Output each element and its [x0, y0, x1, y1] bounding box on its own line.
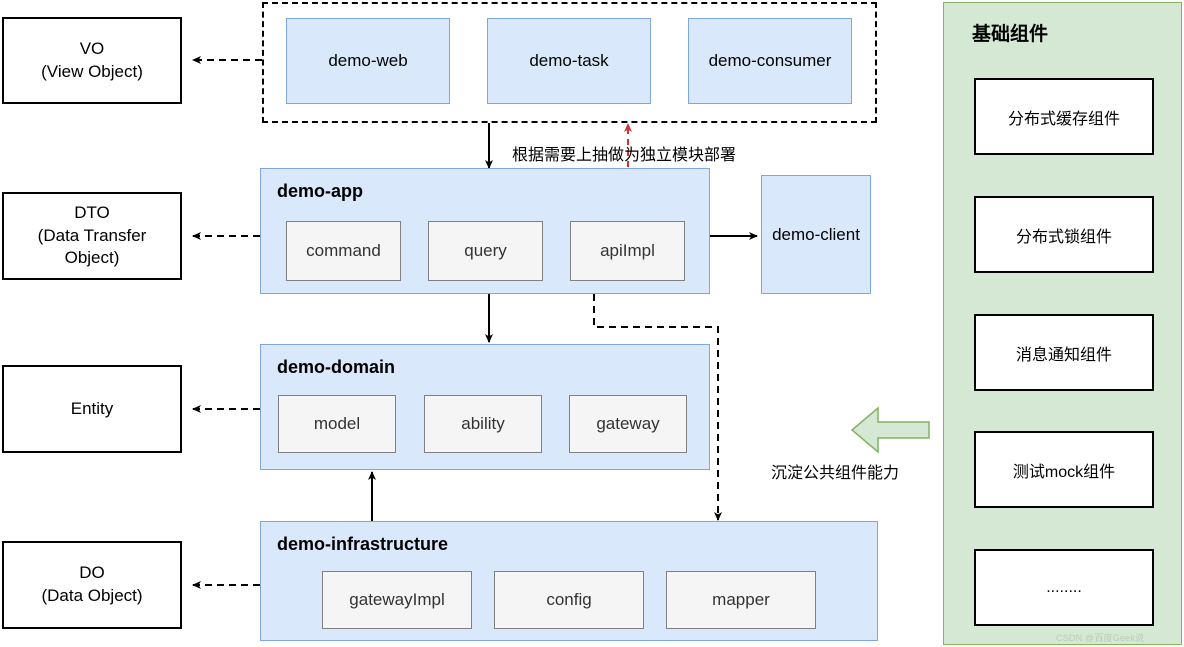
spec-do-line2: (Data Object)	[41, 586, 143, 605]
spec-vo-line2: (View Object)	[41, 61, 143, 81]
submodule-query[interactable]: query	[428, 221, 543, 281]
module-demo-web[interactable]: demo-web	[286, 18, 450, 104]
layer-demo-app-title: demo-app	[277, 181, 364, 201]
submodule-gateway[interactable]: gateway	[569, 395, 687, 453]
submodule-apiimpl[interactable]: apiImpl	[570, 221, 685, 281]
component-card-notification[interactable]: 消息通知组件	[974, 314, 1154, 391]
submodule-command[interactable]: command	[286, 221, 401, 281]
spec-do-line1: DO	[79, 563, 105, 583]
component-card-more-label: ........	[1046, 578, 1082, 596]
component-card-mock[interactable]: 测试mock组件	[974, 431, 1154, 508]
component-card-cache[interactable]: 分布式缓存组件	[974, 78, 1154, 155]
component-card-more[interactable]: ........	[974, 549, 1154, 626]
submodule-model[interactable]: model	[278, 395, 396, 453]
submodule-model-label: model	[313, 414, 361, 433]
layer-demo-domain-title: demo-domain	[277, 357, 396, 377]
spec-dto-line1: DTO	[74, 202, 110, 222]
submodule-apiimpl-label: apiImpl	[600, 241, 655, 260]
spec-box-entity: Entity	[2, 365, 182, 453]
module-demo-web-label: demo-web	[328, 51, 408, 70]
spec-entity-line1: Entity	[70, 398, 114, 418]
annotation-common-capability: 沉淀公共组件能力	[771, 465, 900, 482]
submodule-ability[interactable]: ability	[424, 395, 542, 453]
spec-box-dto: DTO (Data Transfer Object)	[2, 192, 182, 280]
components-panel: 基础组件 分布式缓存组件 分布式锁组件 消息通知组件 测试mock组件 ....…	[943, 2, 1182, 645]
spec-box-vo: VO (View Object)	[2, 17, 182, 104]
component-card-lock-label: 分布式锁组件	[1015, 228, 1112, 246]
module-demo-consumer-label: demo-consumer	[708, 51, 832, 70]
submodule-query-label: query	[464, 241, 507, 260]
layer-demo-infrastructure-title: demo-infrastructure	[277, 534, 449, 554]
submodule-command-label: command	[306, 241, 381, 260]
component-card-mock-label: 测试mock组件	[1012, 463, 1116, 481]
submodule-gatewayimpl[interactable]: gatewayImpl	[322, 571, 472, 629]
component-card-cache-label: 分布式缓存组件	[1007, 110, 1120, 128]
annotation-extract-module: 根据需要上抽做为独立模块部署	[512, 147, 737, 164]
spec-vo-line1: VO	[79, 38, 105, 58]
submodule-mapper-label: mapper	[712, 590, 770, 609]
spec-dto-line2: (Data Transfer	[37, 225, 147, 245]
diagram-canvas: VO (View Object) DTO (Data Transfer Obje…	[0, 0, 1184, 647]
module-demo-task[interactable]: demo-task	[487, 18, 651, 104]
module-demo-client-label: demo-client	[772, 224, 860, 244]
submodule-ability-label: ability	[461, 414, 505, 433]
spec-box-do: DO (Data Object)	[2, 541, 182, 629]
components-panel-title: 基础组件	[972, 24, 1049, 45]
module-demo-task-label: demo-task	[529, 51, 609, 70]
watermark: CSDN @百度Geek说	[1056, 633, 1145, 643]
spec-dto-line3: Object)	[64, 248, 120, 268]
component-card-lock[interactable]: 分布式锁组件	[974, 196, 1154, 273]
submodule-gateway-label: gateway	[596, 414, 660, 433]
submodule-config[interactable]: config	[494, 571, 644, 629]
submodule-mapper[interactable]: mapper	[666, 571, 816, 629]
submodule-config-label: config	[546, 590, 592, 609]
green-block-arrow	[850, 406, 930, 454]
submodule-gatewayimpl-label: gatewayImpl	[349, 590, 445, 609]
module-demo-consumer[interactable]: demo-consumer	[688, 18, 852, 104]
module-demo-client[interactable]: demo-client	[761, 175, 871, 294]
component-card-notification-label: 消息通知组件	[1015, 346, 1112, 364]
